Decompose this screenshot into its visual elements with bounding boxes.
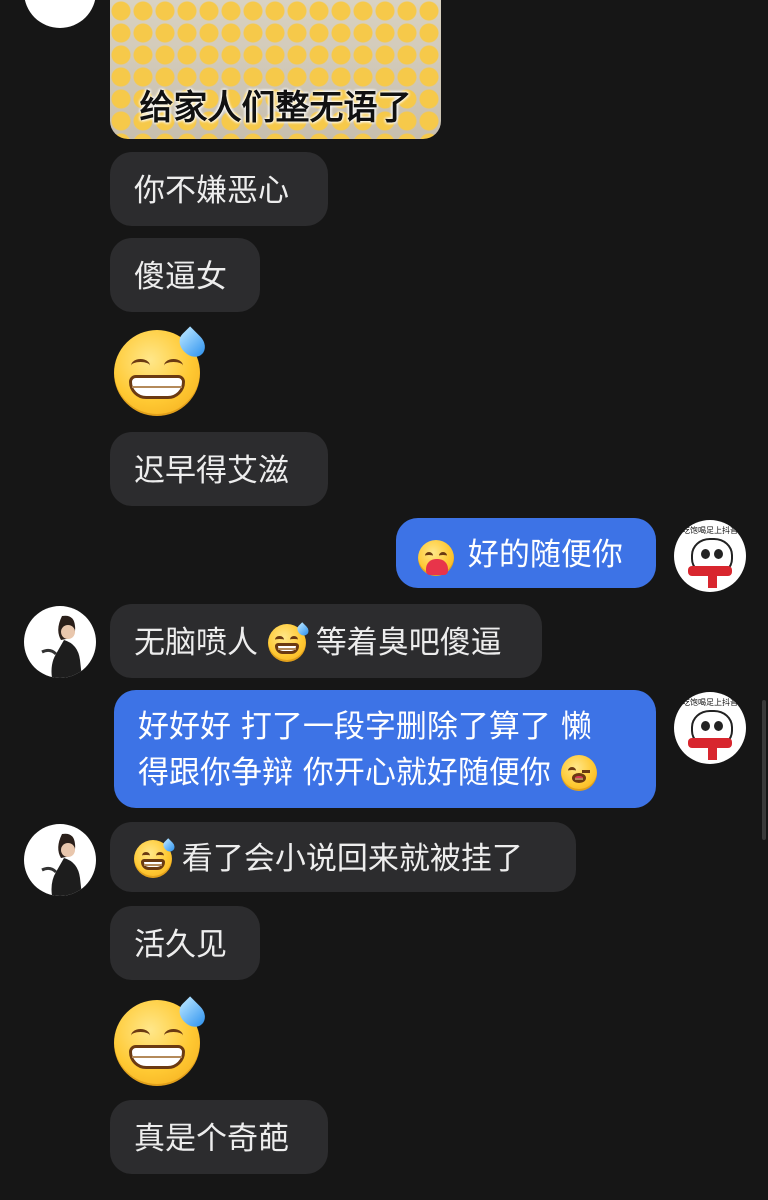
message-bubble-incoming[interactable]: 傻逼女 <box>110 238 260 312</box>
winking-tongue-icon <box>560 754 597 791</box>
message-text: 你不嫌恶心 <box>134 172 289 209</box>
sticker-message[interactable] <box>114 996 210 1086</box>
grin-sweat-icon <box>134 837 177 878</box>
man-avatar-icon <box>41 615 82 678</box>
message-text: 真是个奇葩 <box>134 1120 289 1157</box>
meme-image[interactable]: 给家人们整无语了 <box>110 0 441 139</box>
contact-avatar[interactable] <box>24 824 96 896</box>
message-text: 好的随便你 <box>467 536 623 573</box>
hugging-face-icon <box>418 535 458 576</box>
message-text: 等着臭吧傻逼 <box>315 624 502 661</box>
message-text: 迟早得艾滋 <box>134 452 289 489</box>
grin-sweat-icon <box>114 326 210 416</box>
scrollbar[interactable] <box>762 700 766 840</box>
man-avatar-icon <box>24 0 96 28</box>
avatar-caption: 吃饱喝足上抖音 <box>682 698 738 707</box>
meme-caption: 给家人们整无语了 <box>139 88 412 128</box>
self-avatar[interactable]: 吃饱喝足上抖音 <box>674 692 746 764</box>
message-text-line: 好好好 打了一段字删除了算了 懒 <box>138 709 592 745</box>
message-bubble-outgoing[interactable]: 好好好 打了一段字删除了算了 懒 得跟你争辩 你开心就好随便你 <box>114 690 656 808</box>
message-bubble-incoming[interactable]: 活久见 <box>110 906 260 980</box>
message-text-line: 得跟你争辩 你开心就好随便你 <box>138 754 551 791</box>
message-bubble-incoming[interactable]: 真是个奇葩 <box>110 1100 328 1174</box>
man-avatar-icon <box>41 833 82 896</box>
message-text: 活久见 <box>134 926 227 963</box>
contact-avatar[interactable] <box>24 0 96 28</box>
contact-avatar[interactable] <box>24 606 96 678</box>
message-bubble-incoming[interactable]: 无脑喷人 等着臭吧傻逼 <box>110 604 542 678</box>
avatar-caption: 吃饱喝足上抖音 <box>682 526 738 535</box>
message-bubble-incoming[interactable]: 看了会小说回来就被挂了 <box>110 822 576 892</box>
message-text: 看了会小说回来就被挂了 <box>181 840 523 877</box>
message-text: 无脑喷人 <box>134 624 258 661</box>
message-bubble-incoming[interactable]: 迟早得艾滋 <box>110 432 328 506</box>
grin-sweat-icon <box>267 621 311 662</box>
sticker-message[interactable] <box>114 326 210 416</box>
message-bubble-incoming[interactable]: 你不嫌恶心 <box>110 152 328 226</box>
self-avatar[interactable]: 吃饱喝足上抖音 <box>674 520 746 592</box>
message-bubble-outgoing[interactable]: 好的随便你 <box>396 518 656 588</box>
message-text: 傻逼女 <box>134 258 227 295</box>
grin-sweat-icon <box>114 996 210 1086</box>
